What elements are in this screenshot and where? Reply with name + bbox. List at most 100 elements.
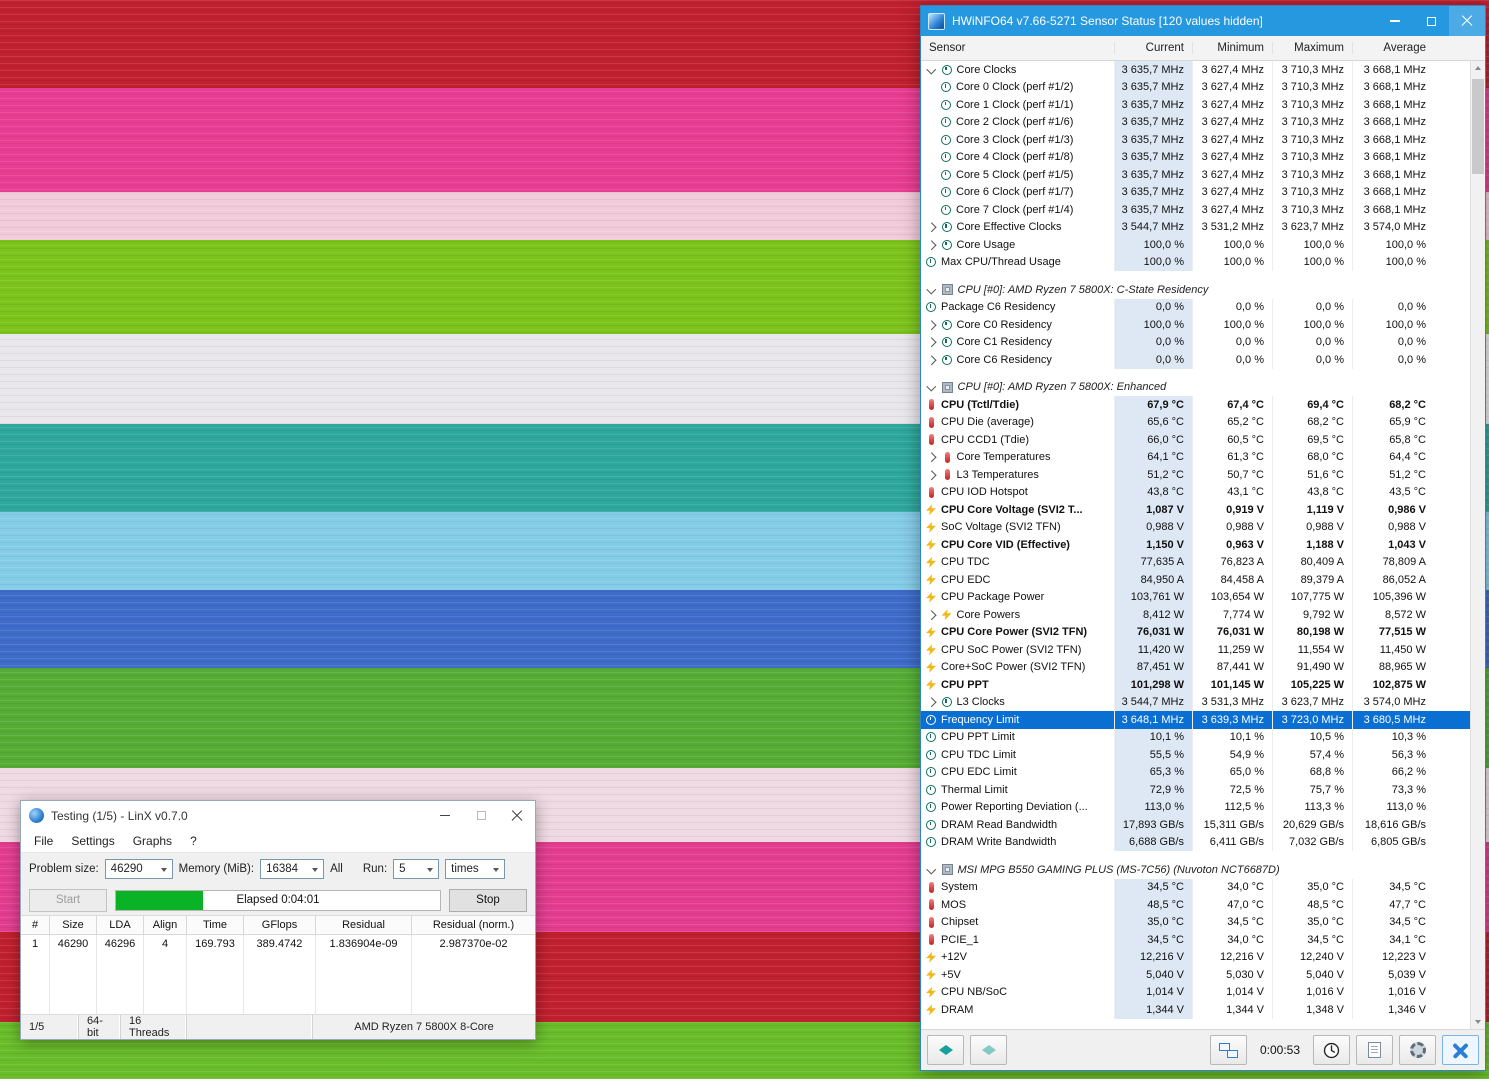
sensor-row[interactable]: SoC Voltage (SVI2 TFN) 0,988 V 0,988 V 0,98… — [921, 518, 1470, 536]
chevron-right-icon[interactable] — [926, 320, 936, 330]
sensor-row[interactable]: PCIE_1 34,5 °C 34,0 °C 34,5 °C 34,1 °C — [921, 931, 1470, 949]
column-header-sensor[interactable]: Sensor — [921, 42, 1114, 54]
sensor-row[interactable]: CPU PPT 101,298 W 101,145 W 105,225 W 102,87… — [921, 676, 1470, 694]
sensor-row[interactable]: CPU (Tctl/Tdie) 67,9 °C 67,4 °C 69,4 °C 68,2… — [921, 396, 1470, 414]
menu-settings[interactable]: Settings — [62, 834, 123, 848]
sensor-row[interactable]: Core Effective Clocks 3 544,7 MHz 3 531,2 … — [921, 218, 1470, 236]
linx-close-button[interactable] — [499, 801, 535, 830]
sensor-row[interactable]: Core 5 Clock (perf #1/5) 3 635,7 MHz 3 627… — [921, 166, 1470, 184]
hwinfo-maximize-button[interactable] — [1413, 6, 1449, 36]
sensor-row[interactable]: Core C1 Residency 0,0 % 0,0 % 0,0 % 0,0 % — [921, 333, 1470, 351]
start-button[interactable]: Start — [29, 888, 107, 912]
chevron-right-icon[interactable] — [926, 697, 936, 707]
menu-help[interactable]: ? — [181, 834, 206, 848]
chevron-right-icon[interactable] — [926, 222, 936, 232]
sensor-row[interactable]: Core 1 Clock (perf #1/1) 3 635,7 MHz 3 627… — [921, 96, 1470, 114]
chevron-right-icon[interactable] — [926, 452, 936, 462]
column-header-minimum[interactable]: Minimum — [1192, 42, 1272, 54]
sensor-row[interactable]: DRAM Read Bandwidth 17,893 GB/s 15,311 GB/… — [921, 816, 1470, 834]
sensor-row[interactable]: L3 Clocks 3 544,7 MHz 3 531,3 MHz 3 623,7 M… — [921, 693, 1470, 711]
sensor-row[interactable]: System 34,5 °C 34,0 °C 35,0 °C 34,5 °C — [921, 878, 1470, 896]
sensor-row[interactable]: CPU Package Power 103,761 W 103,654 W 107,7… — [921, 588, 1470, 606]
scroll-down-button[interactable] — [1471, 1014, 1485, 1029]
sensor-row[interactable]: CPU CCD1 (Tdie) 66,0 °C 60,5 °C 69,5 °C 65,8… — [921, 431, 1470, 449]
sensor-row[interactable]: CPU TDC 77,635 A 76,823 A 80,409 A 78,809 A — [921, 553, 1470, 571]
chevron-right-icon[interactable] — [926, 355, 936, 365]
chevron-right-icon[interactable] — [926, 610, 936, 620]
sensor-row[interactable]: DRAM Write Bandwidth 6,688 GB/s 6,411 GB/s… — [921, 833, 1470, 851]
linx-titlebar[interactable]: Testing (1/5) - LinX v0.7.0 — [21, 801, 535, 830]
sensor-row[interactable]: DRAM 1,344 V 1,344 V 1,348 V 1,346 V — [921, 1001, 1470, 1019]
hwinfo-close-button[interactable] — [1449, 6, 1485, 36]
sensor-row[interactable]: Core 7 Clock (perf #1/4) 3 635,7 MHz 3 627… — [921, 201, 1470, 219]
jump-sensor-button[interactable] — [970, 1035, 1007, 1065]
menu-graphs[interactable]: Graphs — [124, 834, 181, 848]
run-count-select[interactable]: 5 — [393, 859, 440, 879]
column-header-maximum[interactable]: Maximum — [1272, 42, 1352, 54]
run-unit-select[interactable]: times — [445, 859, 506, 879]
linx-minimize-button[interactable] — [427, 801, 463, 830]
sensor-row[interactable]: Core 0 Clock (perf #1/2) 3 635,7 MHz 3 627… — [921, 78, 1470, 96]
sensor-row[interactable]: Thermal Limit 72,9 % 72,5 % 75,7 % 73,3 % — [921, 781, 1470, 799]
prev-next-sensor-button[interactable] — [927, 1035, 964, 1065]
scrollbar[interactable] — [1470, 61, 1485, 1029]
column-header-average[interactable]: Average — [1352, 42, 1434, 54]
sensor-row[interactable]: +12V 12,216 V 12,216 V 12,240 V 12,223 V — [921, 948, 1470, 966]
sensor-row[interactable]: Package C6 Residency 0,0 % 0,0 % 0,0 % 0,0 % — [921, 298, 1470, 316]
sensor-row[interactable]: Power Reporting Deviation (... 113,0 % 112… — [921, 798, 1470, 816]
sensor-section-header[interactable]: CPU [#0]: AMD Ryzen 7 5800X: Enhanced — [921, 379, 1470, 397]
sensor-row[interactable]: Frequency Limit 3 648,1 MHz 3 639,3 MHz 3 7… — [921, 711, 1470, 729]
sensor-row[interactable]: CPU EDC Limit 65,3 % 65,0 % 68,8 % 66,2 % — [921, 763, 1470, 781]
chevron-down-icon[interactable] — [926, 864, 936, 874]
sensor-row[interactable]: Core Usage 100,0 % 100,0 % 100,0 % 100,0 % — [921, 236, 1470, 254]
chevron-down-icon[interactable] — [926, 381, 936, 391]
sensor-row[interactable]: CPU Die (average) 65,6 °C 65,2 °C 68,2 °C 65… — [921, 413, 1470, 431]
sensor-row[interactable]: CPU SoC Power (SVI2 TFN) 11,420 W 11,259 W… — [921, 641, 1470, 659]
sensor-section-header[interactable]: MSI MPG B550 GAMING PLUS (MS-7C56) (Nuvo… — [921, 861, 1470, 879]
sensor-row[interactable]: L3 Temperatures 51,2 °C 50,7 °C 51,6 °C 51,2… — [921, 466, 1470, 484]
problem-size-select[interactable]: 46290 — [104, 859, 173, 879]
sensor-row[interactable]: Core C0 Residency 100,0 % 100,0 % 100,0 % 10… — [921, 316, 1470, 334]
sensor-row[interactable]: CPU Core Power (SVI2 TFN) 76,031 W 76,031 … — [921, 623, 1470, 641]
sensor-row[interactable]: Core 2 Clock (perf #1/6) 3 635,7 MHz 3 627… — [921, 113, 1470, 131]
chevron-right-icon[interactable] — [926, 470, 936, 480]
sensor-row[interactable]: Chipset 35,0 °C 34,5 °C 35,0 °C 34,5 °C — [921, 913, 1470, 931]
report-button[interactable] — [1356, 1035, 1393, 1065]
sensor-row[interactable]: Core Temperatures 64,1 °C 61,3 °C 68,0 °C 64… — [921, 448, 1470, 466]
sensor-row[interactable]: Core C6 Residency 0,0 % 0,0 % 0,0 % 0,0 % — [921, 351, 1470, 369]
sensor-row[interactable]: MOS 48,5 °C 47,0 °C 48,5 °C 47,7 °C — [921, 896, 1470, 914]
sensor-row[interactable]: CPU Core Voltage (SVI2 T... 1,087 V 0,919 … — [921, 501, 1470, 519]
settings-button[interactable] — [1399, 1035, 1436, 1065]
sensor-row[interactable]: Core Clocks 3 635,7 MHz 3 627,4 MHz 3 710,3… — [921, 61, 1470, 79]
clock-button[interactable] — [1313, 1035, 1350, 1065]
close-sensors-button[interactable] — [1442, 1035, 1479, 1065]
sensor-row[interactable]: Max CPU/Thread Usage 100,0 % 100,0 % 100,0 … — [921, 253, 1470, 271]
scroll-up-button[interactable] — [1471, 61, 1485, 76]
sensor-row[interactable]: CPU Core VID (Effective) 1,150 V 0,963 V 1,… — [921, 536, 1470, 554]
sensor-section-header[interactable]: CPU [#0]: AMD Ryzen 7 5800X: C-State Res… — [921, 281, 1470, 299]
chevron-down-icon[interactable] — [926, 64, 936, 74]
memory-select[interactable]: 16384 — [260, 859, 325, 879]
sensor-row[interactable]: CPU NB/SoC 1,014 V 1,014 V 1,016 V 1,016 V — [921, 983, 1470, 1001]
hwinfo-minimize-button[interactable] — [1377, 6, 1413, 36]
sensor-row[interactable]: CPU IOD Hotspot 43,8 °C 43,1 °C 43,8 °C 43,5… — [921, 483, 1470, 501]
chevron-down-icon[interactable] — [926, 284, 936, 294]
hwinfo-titlebar[interactable]: HWiNFO64 v7.66-5271 Sensor Status [120 v… — [921, 6, 1485, 36]
sensor-row[interactable]: +5V 5,040 V 5,030 V 5,040 V 5,039 V — [921, 966, 1470, 984]
sensor-row[interactable]: Core Powers 8,412 W 7,774 W 9,792 W 8,572 W — [921, 606, 1470, 624]
sensor-row[interactable]: Core+SoC Power (SVI2 TFN) 87,451 W 87,441 … — [921, 658, 1470, 676]
sensor-row[interactable]: CPU EDC 84,950 A 84,458 A 89,379 A 86,052 A — [921, 571, 1470, 589]
stop-button[interactable]: Stop — [449, 888, 527, 912]
chevron-right-icon[interactable] — [926, 240, 936, 250]
sensor-row[interactable]: Core 4 Clock (perf #1/8) 3 635,7 MHz 3 627… — [921, 148, 1470, 166]
sensor-row[interactable]: CPU TDC Limit 55,5 % 54,9 % 57,4 % 56,3 % — [921, 746, 1470, 764]
remote-monitor-button[interactable] — [1210, 1035, 1247, 1065]
sensor-row[interactable]: Core 6 Clock (perf #1/7) 3 635,7 MHz 3 627… — [921, 183, 1470, 201]
scrollbar-thumb[interactable] — [1472, 79, 1484, 174]
chevron-right-icon[interactable] — [926, 337, 936, 347]
column-header-current[interactable]: Current — [1114, 42, 1192, 54]
linx-maximize-button[interactable] — [463, 801, 499, 830]
sensor-row[interactable]: Core 3 Clock (perf #1/3) 3 635,7 MHz 3 627… — [921, 131, 1470, 149]
sensor-row[interactable]: CPU PPT Limit 10,1 % 10,1 % 10,5 % 10,3 % — [921, 728, 1470, 746]
menu-file[interactable]: File — [25, 834, 62, 848]
